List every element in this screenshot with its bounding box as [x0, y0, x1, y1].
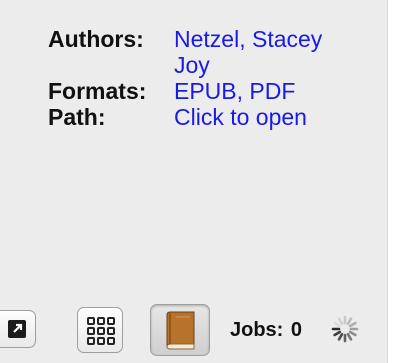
formats-row: Formats: EPUB, PDF — [48, 78, 378, 104]
busy-spinner-icon[interactable] — [330, 314, 360, 344]
path-open-link[interactable]: Click to open — [174, 104, 307, 130]
format-separator: , — [236, 78, 250, 104]
author-name-line1: Netzel, Stacey — [174, 26, 323, 52]
book-details-panel: Authors: Netzel, Stacey Joy Formats: EPU… — [0, 0, 388, 363]
link-icon — [8, 320, 26, 338]
format-epub-link[interactable]: EPUB — [174, 78, 237, 104]
authors-label: Authors: — [48, 26, 144, 52]
status-toolbar: Jobs: 0 — [0, 292, 388, 362]
path-label: Path: — [48, 104, 106, 130]
formats-label: Formats: — [48, 78, 147, 104]
jobs-label: Jobs: — [230, 319, 284, 341]
book-icon — [166, 311, 195, 350]
format-pdf-link[interactable]: PDF — [249, 78, 295, 104]
link-button[interactable] — [0, 310, 36, 348]
path-row: Path: Click to open — [48, 104, 378, 130]
author-name-line2: Joy — [174, 52, 210, 78]
grid-view-button[interactable] — [77, 307, 123, 353]
author-link[interactable]: Netzel, Stacey Joy — [174, 26, 322, 78]
jobs-count: 0 — [290, 319, 303, 341]
jobs-status: Jobs: 0 — [230, 318, 302, 342]
authors-row: Authors: Netzel, Stacey Joy — [48, 26, 378, 78]
formats-value: EPUB, PDF — [174, 78, 295, 104]
book-details-button[interactable] — [150, 304, 210, 356]
grid-view-icon — [87, 317, 115, 345]
book-details: Authors: Netzel, Stacey Joy Formats: EPU… — [48, 26, 378, 130]
